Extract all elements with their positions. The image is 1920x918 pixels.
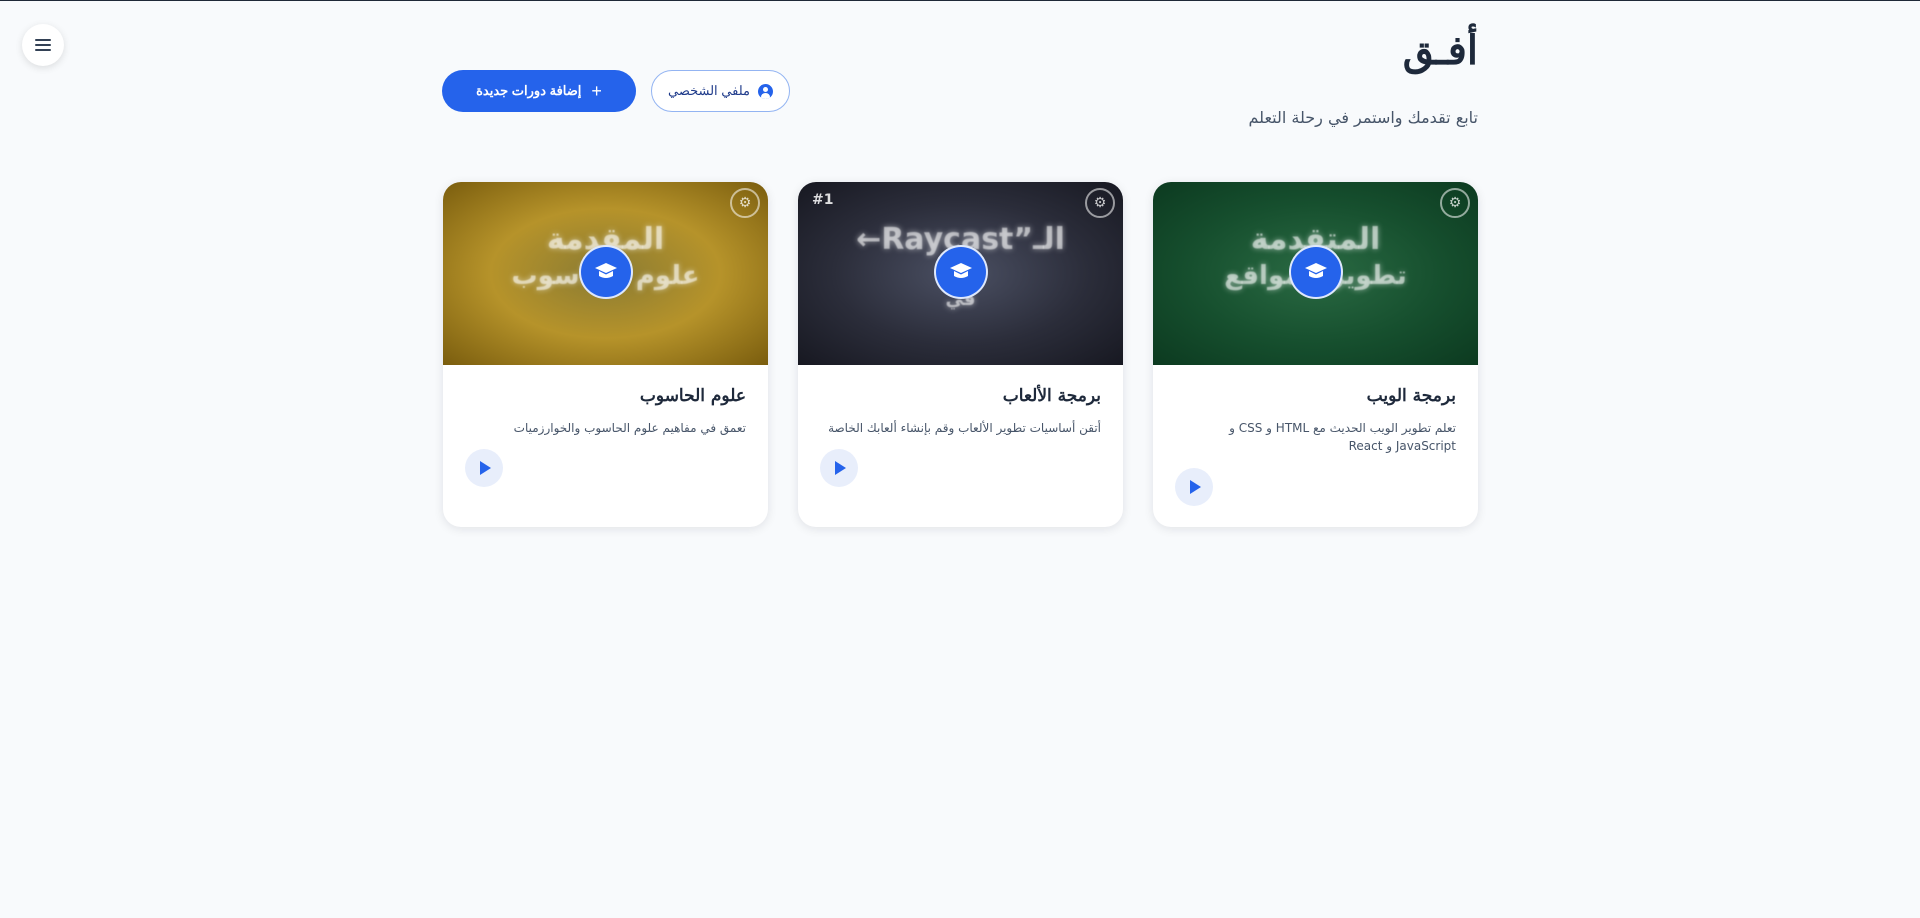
- rank-badge: #1: [812, 192, 834, 208]
- brand-title: أفـق: [1402, 27, 1478, 74]
- course-description: أتقن أساسيات تطوير الألعاب وقم بإنشاء أل…: [828, 421, 1101, 435]
- header-actions: + إضافة دورات جديدة ملفي الشخصي: [442, 70, 790, 112]
- graduation-cap-icon: [1288, 245, 1343, 299]
- add-courses-label: إضافة دورات جديدة: [476, 83, 582, 98]
- play-icon[interactable]: [1175, 468, 1213, 506]
- menu-button[interactable]: [22, 24, 64, 66]
- graduation-cap-icon: [933, 245, 988, 299]
- course-description: تعلم تطوير الويب الحديث مع HTML و CSS و …: [1229, 421, 1456, 453]
- hamburger-menu-icon: [35, 39, 51, 51]
- play-icon[interactable]: [465, 449, 503, 487]
- course-title: برمجة الويب: [1366, 386, 1456, 406]
- course-thumbnail: المقدمة علوم الحاسوب ⚙: [443, 182, 768, 365]
- course-body: برمجة الألعاب أتقن أساسيات تطوير الألعاب…: [798, 365, 1123, 457]
- course-title: برمجة الألعاب: [1002, 386, 1101, 406]
- play-icon[interactable]: [820, 449, 858, 487]
- lightbulb-gear-icon: ⚙: [1085, 188, 1115, 218]
- profile-label: ملفي الشخصي: [668, 83, 750, 98]
- course-card-cs[interactable]: المقدمة علوم الحاسوب ⚙ علوم الحاسوب تعمق…: [443, 182, 768, 527]
- course-description: تعمق في مفاهيم علوم الحاسوب والخوارزميات: [513, 421, 746, 435]
- course-body: علوم الحاسوب تعمق في مفاهيم علوم الحاسوب…: [443, 365, 768, 457]
- course-title: علوم الحاسوب: [639, 386, 746, 406]
- course-card-web[interactable]: المتقدمة تطوير المواقع ⚙ برمجة الويب تعل…: [1153, 182, 1478, 527]
- add-courses-button[interactable]: + إضافة دورات جديدة: [442, 70, 636, 112]
- course-thumbnail: المتقدمة تطوير المواقع ⚙: [1153, 182, 1478, 365]
- page-subtitle: تابع تقدمك واستمر في رحلة التعلم: [1248, 108, 1479, 127]
- lightbulb-gear-icon: ⚙: [730, 188, 760, 218]
- course-thumbnail: ←Raycast”الـ في #1 ⚙: [798, 182, 1123, 365]
- lightbulb-gear-icon: ⚙: [1440, 188, 1470, 218]
- course-card-games[interactable]: ←Raycast”الـ في #1 ⚙ برمجة الألعاب أتقن …: [798, 182, 1123, 527]
- graduation-cap-icon: [578, 245, 633, 299]
- profile-button[interactable]: ملفي الشخصي: [651, 70, 790, 112]
- course-grid: المتقدمة تطوير المواقع ⚙ برمجة الويب تعل…: [442, 182, 1478, 527]
- plus-icon: +: [591, 81, 602, 101]
- user-circle-icon: [757, 83, 773, 99]
- course-body: برمجة الويب تعلم تطوير الويب الحديث مع H…: [1153, 365, 1478, 475]
